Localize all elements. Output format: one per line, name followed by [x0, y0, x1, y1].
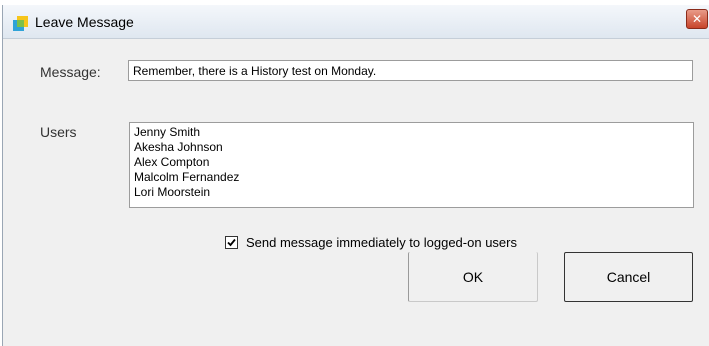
title-bar[interactable]: Leave Message ✕ [3, 5, 709, 39]
message-label: Message: [40, 64, 101, 80]
users-listbox[interactable]: Jenny Smith Akesha Johnson Alex Compton … [129, 122, 694, 208]
app-icon [13, 16, 28, 31]
list-item[interactable]: Malcolm Fernandez [134, 170, 689, 185]
list-item[interactable]: Lori Moorstein [134, 185, 689, 200]
list-item[interactable]: Alex Compton [134, 155, 689, 170]
window-title: Leave Message [35, 14, 134, 30]
leave-message-dialog: Leave Message ✕ Message: Users Jenny Smi… [2, 5, 709, 346]
message-input[interactable] [128, 60, 693, 81]
list-item[interactable]: Akesha Johnson [134, 140, 689, 155]
list-item[interactable]: Jenny Smith [134, 125, 689, 140]
send-immediately-option[interactable]: Send message immediately to logged-on us… [225, 235, 517, 250]
checkmark-icon [227, 238, 236, 247]
send-immediately-label: Send message immediately to logged-on us… [246, 235, 517, 250]
users-label: Users [40, 124, 77, 140]
close-icon: ✕ [691, 12, 703, 26]
cancel-button[interactable]: Cancel [564, 252, 693, 302]
ok-button[interactable]: OK [408, 252, 538, 302]
send-immediately-checkbox[interactable] [225, 236, 238, 249]
close-button[interactable]: ✕ [686, 9, 708, 29]
